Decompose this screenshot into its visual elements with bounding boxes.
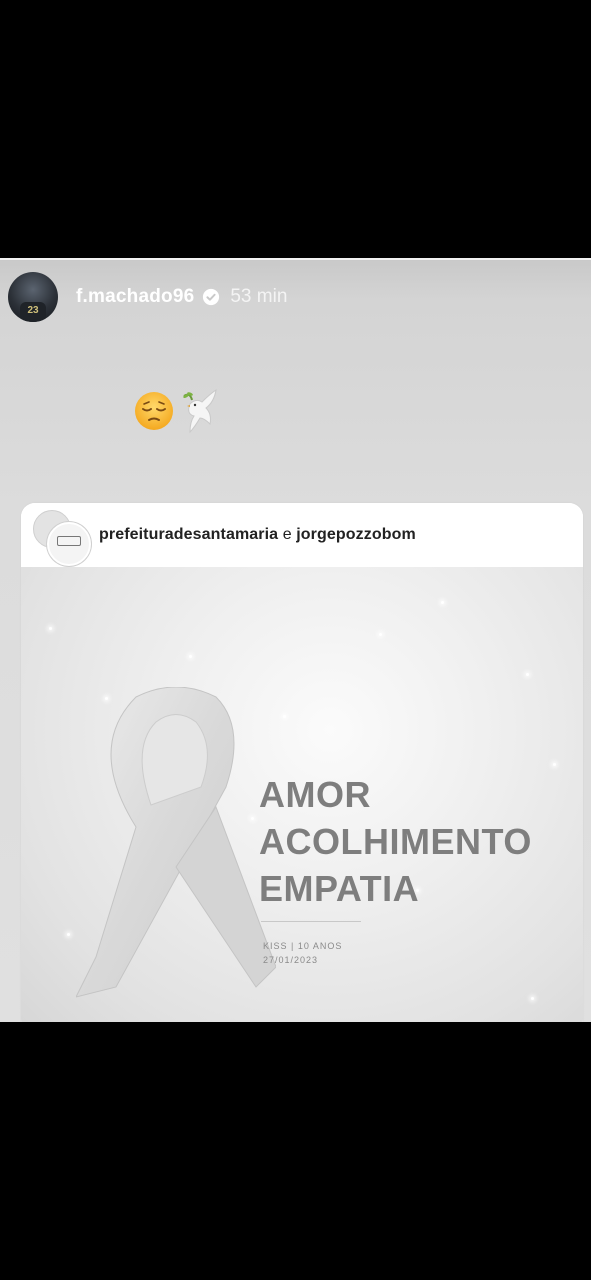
story-header: 23 f.machado96 53 min <box>8 270 287 324</box>
story-view[interactable]: 23 f.machado96 53 min prefeituradesantam… <box>0 258 591 1022</box>
sparkle <box>526 673 529 676</box>
story-timestamp: 53 min <box>230 286 288 307</box>
account-name[interactable]: jorgepozzobom <box>296 526 416 543</box>
sparkle <box>553 763 556 766</box>
sparkle <box>49 627 52 630</box>
collab-avatars[interactable] <box>31 506 91 566</box>
poster-footnote: KISS | 10 ANOS 27/01/2023 <box>263 939 342 967</box>
account-name[interactable]: prefeituradesantamaria <box>99 526 278 543</box>
shared-post-accounts[interactable]: prefeituradesantamaria e jorgepozzobom <box>99 526 416 544</box>
story-username[interactable]: f.machado96 <box>76 286 194 308</box>
sparkle <box>283 715 286 718</box>
shared-post-header: prefeituradesantamaria e jorgepozzobom <box>21 503 583 567</box>
verified-badge-icon <box>203 288 220 306</box>
sparkle <box>531 997 534 1000</box>
poster-word: EMPATIA <box>259 868 420 909</box>
avatar[interactable]: 23 <box>8 272 58 322</box>
account-connector: e <box>282 526 292 543</box>
poster-word: ACOLHIMENTO <box>259 821 532 862</box>
shared-post-card[interactable]: prefeituradesantamaria e jorgepozzobom A… <box>21 503 583 1022</box>
sparkle <box>67 933 70 936</box>
poster-words: AMOR ACOLHIMENTO EMPATIA <box>259 771 532 912</box>
awareness-ribbon-icon <box>76 687 276 998</box>
poster-word: AMOR <box>259 774 371 815</box>
sparkle <box>189 655 192 658</box>
dove-icon <box>183 388 217 434</box>
poster-footnote-line: KISS | 10 ANOS <box>263 941 343 951</box>
pensive-face-icon <box>135 392 173 430</box>
sparkle <box>379 633 382 636</box>
shared-post-image[interactable]: AMOR ACOLHIMENTO EMPATIA KISS | 10 ANOS … <box>21 567 583 1022</box>
top-black-area <box>0 0 591 258</box>
avatar <box>47 522 91 566</box>
poster-divider <box>261 921 361 922</box>
bottom-black-area <box>0 1022 591 1280</box>
avatar-jersey-number: 23 <box>20 302 46 322</box>
prefeitura-logo-icon <box>57 536 81 546</box>
sparkle <box>441 601 444 604</box>
poster-footnote-date: 27/01/2023 <box>263 955 319 965</box>
emoji-sticker <box>134 388 220 434</box>
